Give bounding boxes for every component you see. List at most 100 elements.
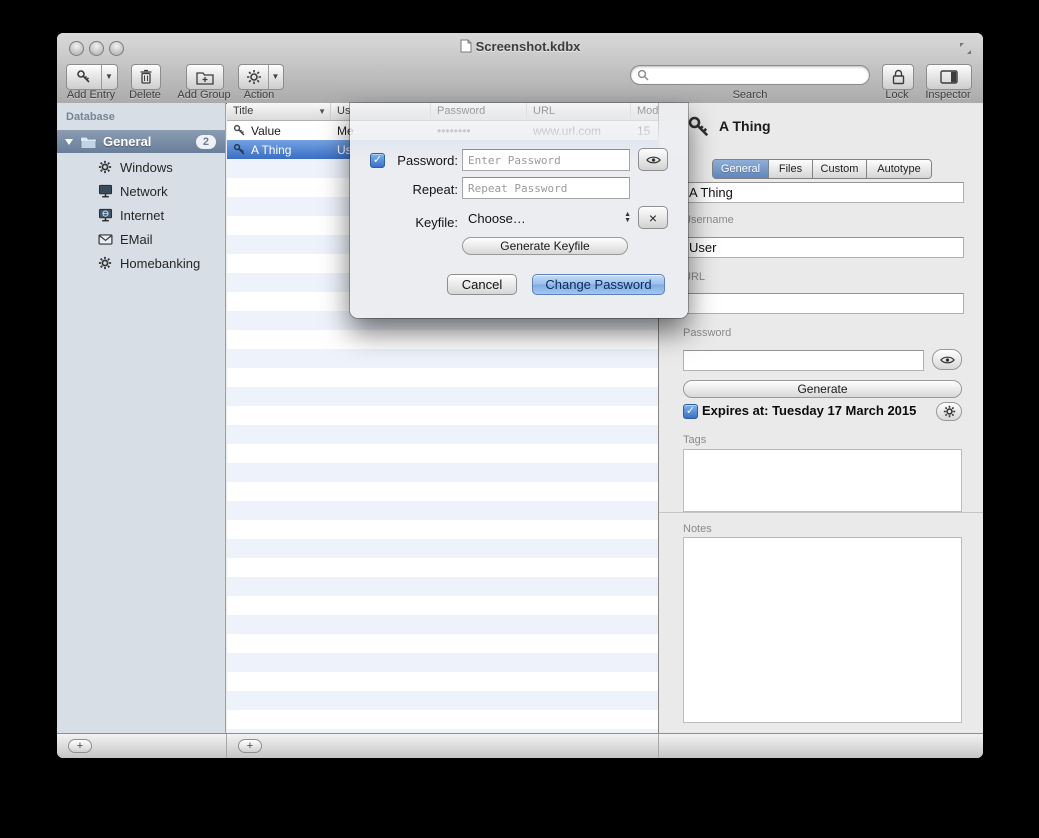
document-icon [460,39,472,53]
add-group-label: Add Group [170,89,238,101]
key-icon [68,65,101,89]
bottom-bar: + + [57,733,983,758]
gear-icon [943,405,956,418]
key-icon [233,143,247,157]
tags-label: Tags [683,434,706,446]
eye-icon [646,155,661,165]
sidebar-group-general[interactable]: General 2 [57,130,225,153]
dialog-password-input[interactable] [462,149,630,171]
password-field[interactable] [683,350,924,371]
pane-divider [226,734,227,758]
search-field[interactable] [630,65,870,85]
search-input[interactable] [653,67,863,83]
chevron-down-icon[interactable]: ▼ [268,65,283,89]
chevron-down-icon[interactable]: ▼ [101,65,117,89]
notes-input[interactable] [683,537,962,723]
tags-input[interactable] [683,449,962,512]
inspector-tabs: General Files Custom Autotype [712,159,932,179]
inspector-panel: A Thing General Files Custom Autotype Us… [658,103,983,733]
tab-general[interactable]: General [713,160,769,178]
close-x-icon: × [649,211,657,225]
window-title: Screenshot.kdbx [57,39,983,54]
add-entry-label: Add Entry [63,89,119,101]
disclosure-triangle-icon[interactable] [65,139,73,145]
delete-label: Delete [121,89,169,101]
dialog-repeat-input[interactable] [462,177,630,199]
url-field[interactable] [683,293,964,314]
eye-icon [940,355,955,365]
generate-keyfile-button[interactable]: Generate Keyfile [462,237,628,255]
expires-checkbox[interactable]: ✓ [683,404,698,419]
sidebar-section-header: Database [66,111,115,123]
titlebar-toolbar: Screenshot.kdbx ▼ Add Entry Delete Add G… [57,33,983,104]
search-icon [637,69,649,81]
action-label: Action [235,89,283,101]
key-icon [233,124,247,138]
sidebar-group-label: General [103,134,151,149]
tab-custom[interactable]: Custom [813,160,867,178]
show-password-button[interactable] [932,349,962,370]
sidebar-item-windows[interactable]: Windows [57,155,225,179]
add-group-button[interactable] [186,64,224,90]
dialog-show-password-button[interactable] [638,148,668,171]
fullscreen-icon[interactable] [958,41,973,56]
expires-label: Expires at: Tuesday 17 March 2015 [702,403,916,418]
sidebar-item-label: Homebanking [120,256,200,271]
notes-label: Notes [683,523,712,535]
add-entry-plus-button[interactable]: + [238,739,262,753]
tab-files[interactable]: Files [769,160,813,178]
inspector-entry-title: A Thing [719,118,771,134]
column-header-title[interactable]: Title▼ [227,103,331,120]
folder-icon [80,135,97,149]
add-entry-button[interactable]: ▼ [66,64,118,90]
delete-button[interactable] [131,64,161,90]
dialog-keyfile-label: Keyfile: [370,215,458,230]
tab-autotype[interactable]: Autotype [867,160,931,178]
sidebar-item-label: Windows [120,160,173,175]
globe-monitor-icon [97,207,113,223]
inspector-button[interactable] [926,64,972,90]
gear-icon [97,255,113,271]
sidebar-item-label: Internet [120,208,164,223]
sort-indicator-icon: ▼ [318,108,326,116]
change-password-sheet: ✓ Password: Repeat: Keyfile: Choose… ▲▼ … [350,103,688,318]
sidebar-item-email[interactable]: EMail [57,227,225,251]
keyfile-popup[interactable]: Choose… ▲▼ [462,207,635,229]
sidebar: Database General 2 Windows Network Inter… [57,103,226,733]
password-label: Password [683,327,731,339]
monitor-icon [97,183,113,199]
change-password-button[interactable]: Change Password [532,274,665,295]
inspector-label: Inspector [914,89,982,101]
inspector-icon [940,70,958,84]
search-label: Search [720,89,780,101]
generate-password-button[interactable]: Generate [683,380,962,398]
group-count-badge: 2 [196,135,216,149]
dialog-repeat-label: Repeat: [370,182,458,197]
sidebar-item-network[interactable]: Network [57,179,225,203]
gear-icon [97,159,113,175]
cancel-button[interactable]: Cancel [447,274,517,295]
sidebar-item-homebanking[interactable]: Homebanking [57,251,225,275]
sidebar-item-label: Network [120,184,168,199]
inspector-divider [659,512,983,513]
keyfile-clear-button[interactable]: × [638,206,668,229]
pane-divider [658,734,659,758]
title-field[interactable] [683,182,964,203]
add-group-plus-button[interactable]: + [68,739,92,753]
action-button[interactable]: ▼ [238,64,284,90]
app-window: Screenshot.kdbx ▼ Add Entry Delete Add G… [57,33,983,758]
lock-icon [892,69,905,85]
sidebar-item-internet[interactable]: Internet [57,203,225,227]
username-label: Username [683,214,734,226]
gear-icon [240,65,268,89]
lock-button[interactable] [882,64,914,90]
stepper-icon: ▲▼ [624,212,631,224]
sidebar-item-label: EMail [120,232,153,247]
dialog-password-label: Password: [370,153,458,168]
entry-key-icon [687,115,711,139]
folder-plus-icon [196,70,214,85]
keyfile-popup-value: Choose… [468,211,526,226]
envelope-icon [97,231,113,247]
username-field[interactable] [683,237,964,258]
expires-gear-button[interactable] [936,402,962,421]
